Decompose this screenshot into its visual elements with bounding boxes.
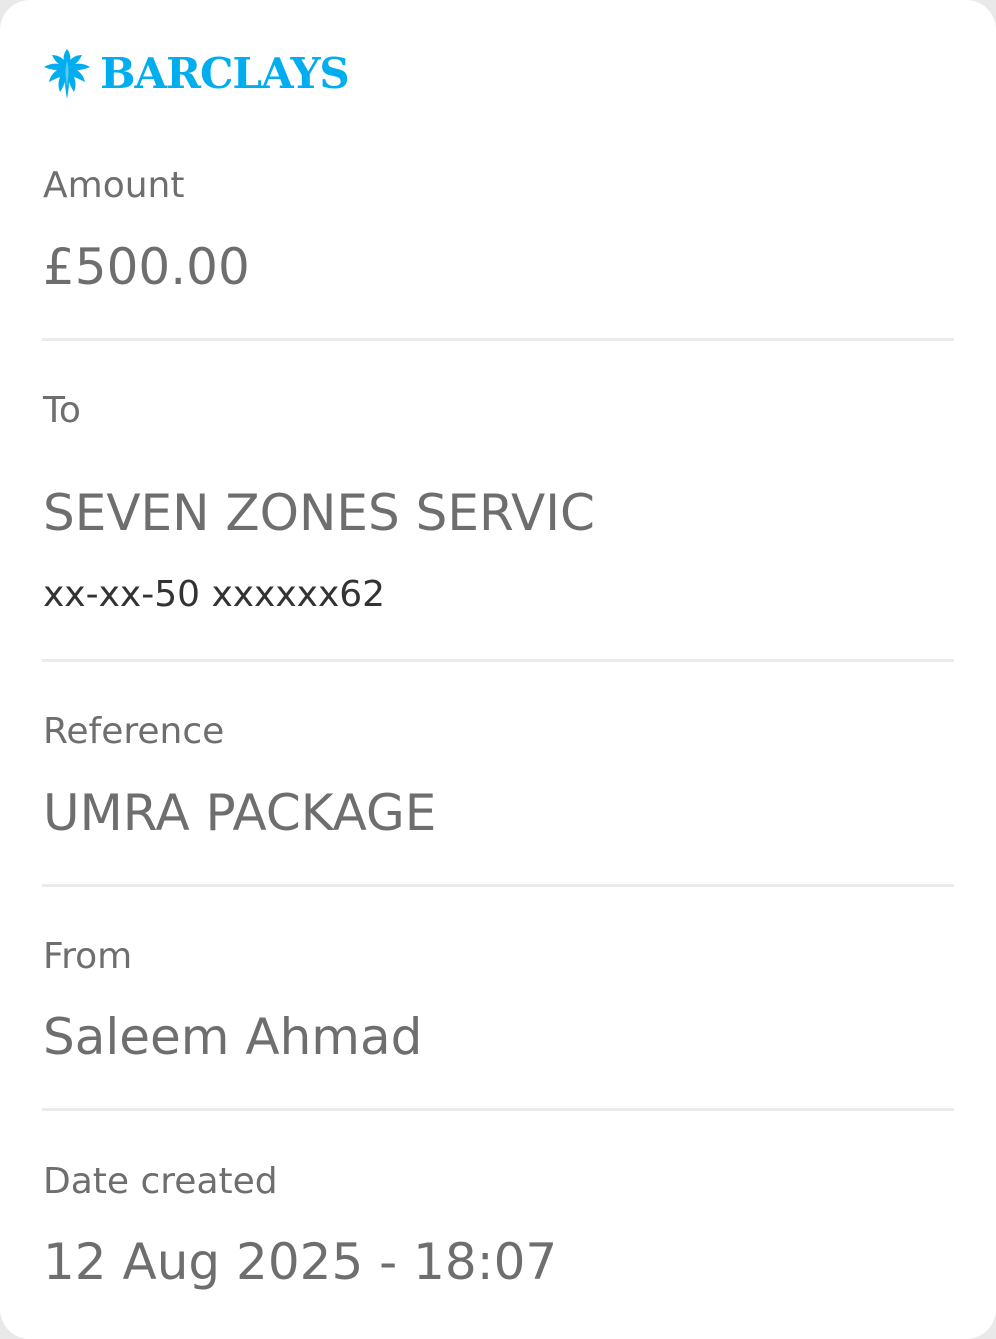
divider (42, 884, 954, 887)
reference-value: UMRA PACKAGE (43, 784, 437, 842)
date-created-value: 12 Aug 2025 - 18:07 (43, 1233, 558, 1291)
divider (42, 338, 954, 341)
payee-account: xx-xx-50 xxxxxx62 (43, 574, 386, 615)
to-label: To (43, 390, 81, 431)
from-label: From (43, 936, 133, 977)
reference-label: Reference (43, 711, 225, 752)
eagle-icon (44, 49, 90, 99)
payment-details-card: BARCLAYS Amount £500.00 To SEVEN ZONES S… (0, 0, 996, 1339)
divider (42, 659, 954, 662)
barclays-logo: BARCLAYS (42, 46, 350, 102)
date-created-label: Date created (43, 1161, 278, 1202)
amount-label: Amount (43, 165, 185, 206)
from-value: Saleem Ahmad (43, 1008, 423, 1066)
divider (42, 1108, 954, 1111)
payee-name: SEVEN ZONES SERVIC (43, 484, 595, 542)
brand-name: BARCLAYS (100, 49, 350, 98)
amount-value: £500.00 (43, 238, 250, 296)
